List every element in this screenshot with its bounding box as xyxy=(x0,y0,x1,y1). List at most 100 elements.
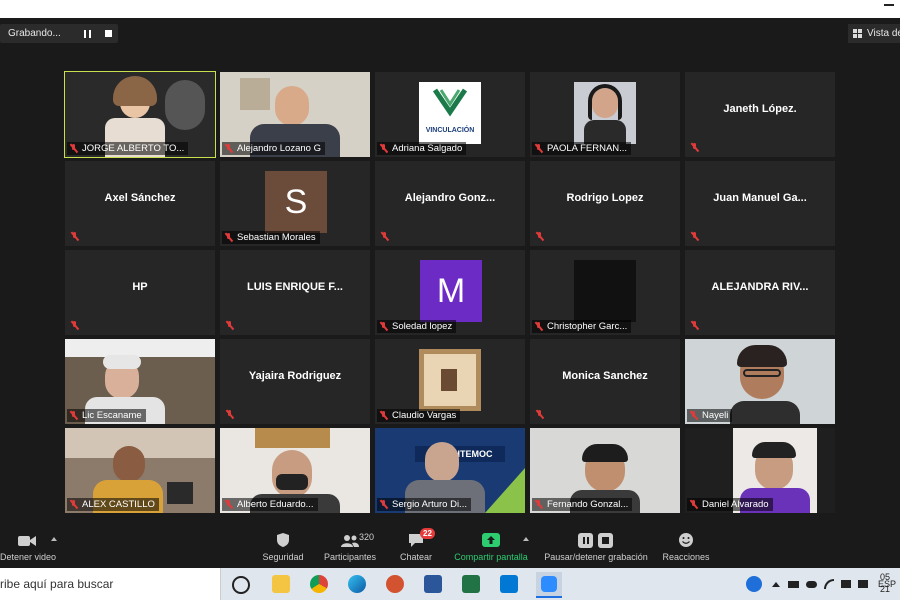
vinculacion-logo: VINCULACIÓN xyxy=(419,82,481,144)
participant-tile[interactable]: PAOLA FERNAN... xyxy=(530,72,680,157)
task-view-icon[interactable] xyxy=(232,576,250,594)
zoom-taskbar-item[interactable] xyxy=(536,572,562,598)
participant-tile[interactable]: Fernando Gonzal... xyxy=(530,428,680,513)
stop-video-button[interactable]: Detener video xyxy=(0,530,56,562)
participant-tile[interactable]: Axel Sánchez xyxy=(65,161,215,246)
participant-tile[interactable]: Christopher Garc... xyxy=(530,250,680,335)
share-screen-button[interactable]: Compartir pantalla xyxy=(452,530,530,562)
participant-tile[interactable]: Monica Sanchez xyxy=(530,339,680,424)
participant-display-name: Janeth López. xyxy=(723,103,797,115)
word-icon[interactable] xyxy=(424,575,442,593)
avatar-initial: S xyxy=(284,182,308,221)
help-icon[interactable] xyxy=(746,576,762,592)
view-button-label: Vista de xyxy=(867,28,900,39)
participant-display-name: Juan Manuel Ga... xyxy=(713,192,807,204)
participant-name: Adriana Salgado xyxy=(392,143,463,154)
logo-text: VINCULACIÓN xyxy=(425,127,475,134)
participant-tile[interactable]: Claudio Vargas xyxy=(375,339,525,424)
powerpoint-icon[interactable] xyxy=(386,575,404,593)
muted-mic-icon xyxy=(70,321,79,330)
meeting-toolbar: Detener video Seguridad Participantes 32… xyxy=(0,522,900,568)
muted-mic-icon xyxy=(225,410,234,419)
shield-icon xyxy=(277,533,289,547)
outlook-icon[interactable] xyxy=(500,575,518,593)
participant-tile[interactable]: Alejandro Lozano G xyxy=(220,72,370,157)
participant-name-label: Nayeli xyxy=(687,409,733,422)
participant-tile[interactable]: ALEJANDRA RIV... xyxy=(685,250,835,335)
muted-mic-icon xyxy=(69,144,78,153)
participant-name: Christopher Garc... xyxy=(547,321,628,332)
security-button[interactable]: Seguridad xyxy=(258,530,308,562)
participant-tile[interactable]: LUIS ENRIQUE F... xyxy=(220,250,370,335)
battery-icon[interactable] xyxy=(788,580,799,588)
participant-tile[interactable]: Yajaira Rodriguez xyxy=(220,339,370,424)
taskbar-search-box[interactable]: ribe aquí para buscar xyxy=(0,568,221,600)
participant-name-label: Christopher Garc... xyxy=(532,320,632,333)
muted-mic-icon xyxy=(225,321,234,330)
participant-name-label: Adriana Salgado xyxy=(377,142,467,155)
participant-tile[interactable]: Rodrigo Lopez xyxy=(530,161,680,246)
participant-tile[interactable]: HP xyxy=(65,250,215,335)
muted-mic-icon xyxy=(224,233,233,242)
reactions-button[interactable]: Reacciones xyxy=(660,530,712,562)
pause-recording-icon[interactable] xyxy=(84,29,91,38)
participant-display-name: Rodrigo Lopez xyxy=(566,192,644,204)
chrome-icon[interactable] xyxy=(310,575,328,593)
participant-tile[interactable]: Nayeli xyxy=(685,339,835,424)
participant-name-label: Lic Escaname xyxy=(67,409,146,422)
participants-label: Participantes xyxy=(323,552,377,562)
muted-mic-icon xyxy=(534,144,543,153)
participant-tile[interactable]: Daniel Alvarado xyxy=(685,428,835,513)
participant-tile[interactable]: Juan Manuel Ga... xyxy=(685,161,835,246)
minimize-icon[interactable] xyxy=(884,4,894,6)
participant-display-name: Monica Sanchez xyxy=(562,370,648,382)
participant-name-label: Daniel Alvarado xyxy=(687,498,773,511)
wifi-icon[interactable] xyxy=(824,579,834,589)
muted-mic-icon xyxy=(690,321,699,330)
profile-photo xyxy=(574,260,636,322)
share-options-caret[interactable] xyxy=(523,537,529,541)
participant-tile[interactable]: S Sebastian Morales xyxy=(220,161,370,246)
participant-name: Claudio Vargas xyxy=(392,410,457,421)
participant-name: Daniel Alvarado xyxy=(702,499,769,510)
dropbox-icon[interactable] xyxy=(841,580,851,588)
participant-name-label: Sergio Arturo Di... xyxy=(377,498,471,511)
stop-recording-icon[interactable] xyxy=(105,30,112,37)
title-bar xyxy=(0,0,900,18)
participant-tile[interactable]: JORGE ALBERTO TO... xyxy=(64,71,216,158)
show-hidden-icons-chevron[interactable] xyxy=(772,581,780,587)
participant-tile[interactable]: CUAUHTEMOC Sergio Arturo Di... xyxy=(375,428,525,513)
muted-mic-icon xyxy=(690,143,699,152)
cloud-icon[interactable] xyxy=(806,580,817,588)
participant-name: Sergio Arturo Di... xyxy=(392,499,467,510)
chat-badge: 22 xyxy=(420,528,435,539)
excel-icon[interactable] xyxy=(462,575,480,593)
taskbar-clock[interactable]: 05 21 xyxy=(880,571,900,595)
muted-mic-icon xyxy=(224,500,233,509)
participant-tile[interactable]: Lic Escaname xyxy=(65,339,215,424)
participant-tile[interactable]: Alejandro Gonz... xyxy=(375,161,525,246)
edge-icon[interactable] xyxy=(348,575,366,593)
video-options-caret[interactable] xyxy=(51,537,57,541)
participant-tile[interactable]: VINCULACIÓN Adriana Salgado xyxy=(375,72,525,157)
view-button[interactable]: Vista de xyxy=(848,24,900,43)
participant-name: ALEX CASTILLO xyxy=(82,499,155,510)
muted-mic-icon xyxy=(690,232,699,241)
participant-name-label: Fernando Gonzal... xyxy=(532,498,633,511)
security-label: Seguridad xyxy=(262,552,304,562)
file-explorer-icon[interactable] xyxy=(272,575,290,593)
pause-stop-recording-button[interactable]: Pausar/detener grabación xyxy=(540,530,652,562)
share-screen-icon xyxy=(482,533,500,547)
reactions-label: Reacciones xyxy=(662,552,710,562)
muted-mic-icon xyxy=(535,232,544,241)
participant-name: Alejandro Lozano G xyxy=(237,143,321,154)
clock-time: 05 xyxy=(880,572,891,582)
participant-tile[interactable]: ALEX CASTILLO xyxy=(65,428,215,513)
participant-tile[interactable]: M Soledad lopez xyxy=(375,250,525,335)
participant-name-label: JORGE ALBERTO TO... xyxy=(67,142,189,155)
participant-tile[interactable]: Alberto Eduardo... xyxy=(220,428,370,513)
participant-tile[interactable]: Janeth López. xyxy=(685,72,835,157)
zoom-icon xyxy=(541,576,557,592)
participant-name-label: Alberto Eduardo... xyxy=(222,498,318,511)
volume-icon[interactable] xyxy=(858,580,868,588)
